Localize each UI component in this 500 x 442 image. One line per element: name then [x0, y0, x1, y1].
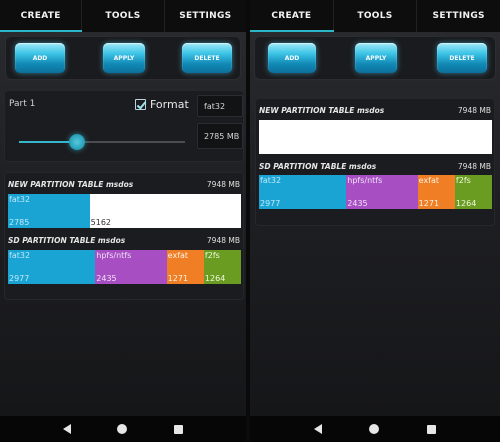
tab-create[interactable]: CREATE	[250, 0, 334, 32]
partition-segment[interactable]: exfat 1271	[417, 175, 455, 209]
segment-size-label: 2435	[96, 274, 117, 283]
partition-segment[interactable]: fat32 2977	[8, 250, 96, 284]
sd-table-size: 7948 MB	[457, 162, 491, 171]
segment-filesystem-label: fat32	[9, 195, 31, 204]
apply-button[interactable]: APPLY	[355, 43, 397, 73]
segment-filesystem-label: fat32	[9, 251, 31, 260]
home-icon[interactable]	[117, 424, 128, 434]
sd-table-bar: fat32 2977 hpfs/ntfs 2435 exfat 1271 f2fs 1264	[8, 250, 241, 284]
tab-bar-right: CREATE TOOLS SETTINGS	[250, 0, 500, 32]
segment-size-label: 5162	[90, 218, 111, 227]
tab-settings[interactable]: SETTINGS	[165, 0, 246, 32]
segment-filesystem-label: exfat	[167, 251, 189, 260]
segment-size-label: 1264	[204, 274, 226, 283]
segment-filesystem-label: f2fs	[455, 176, 471, 185]
tab-tools[interactable]: TOOLS	[334, 0, 418, 32]
segment-size-label: 2977	[260, 199, 281, 208]
sd-table-size: 7948 MB	[206, 236, 240, 245]
size-input[interactable]: 2785 MB	[197, 123, 243, 149]
system-nav-bar-right	[250, 416, 500, 442]
partition-segment[interactable]: exfat 1271	[166, 250, 204, 284]
partition-segment[interactable]	[259, 120, 492, 154]
action-button-bar-right: ADD APPLY DELETE	[254, 36, 496, 80]
recent-apps-icon[interactable]	[173, 424, 183, 434]
new-table-title: NEW PARTITION TABLE msdos	[8, 180, 134, 189]
segment-filesystem-label: hpfs/ntfs	[347, 176, 383, 185]
size-slider[interactable]	[19, 134, 185, 150]
format-checkbox[interactable]	[135, 99, 146, 110]
screen-left: CREATE TOOLS SETTINGS ADD APPLY DELETE P…	[0, 0, 246, 442]
apply-button[interactable]: APPLY	[103, 43, 145, 73]
sd-table-title: SD PARTITION TABLE msdos	[8, 236, 126, 245]
segment-filesystem-label: f2fs	[204, 251, 220, 260]
partition-segment[interactable]: f2fs 1264	[454, 175, 492, 209]
segment-size-label: 1271	[167, 274, 189, 283]
recent-apps-icon[interactable]	[427, 424, 437, 434]
partition-segment[interactable]: fat32 2977	[259, 175, 347, 209]
segment-filesystem-label: exfat	[418, 176, 440, 185]
new-table-title: NEW PARTITION TABLE msdos	[259, 106, 385, 115]
new-table-size: 7948 MB	[206, 180, 240, 189]
home-icon[interactable]	[369, 424, 380, 434]
new-table-bar: fat32 2785 5162	[8, 194, 241, 228]
format-label: Format	[150, 98, 189, 111]
tab-create[interactable]: CREATE	[0, 0, 83, 32]
tab-tools[interactable]: TOOLS	[82, 0, 165, 32]
filesystem-select[interactable]: fat32	[197, 95, 243, 117]
partition-segment[interactable]: fat32 2785	[8, 194, 90, 228]
tables-panel-right: NEW PARTITION TABLE msdos 7948 MB SD PAR…	[255, 98, 495, 226]
segment-size-label: 2785	[9, 218, 30, 227]
active-tab-indicator	[250, 30, 334, 32]
segment-size-label: 1271	[418, 199, 440, 208]
new-table-size: 7948 MB	[457, 106, 491, 115]
segment-size-label: 2977	[9, 274, 30, 283]
back-icon[interactable]	[63, 424, 72, 434]
partition-editor-panel: Part 1 Format fat32 2785 MB	[4, 90, 244, 162]
part-label: Part 1	[9, 99, 36, 109]
active-tab-indicator	[0, 30, 82, 32]
action-button-bar: ADD APPLY DELETE	[5, 36, 241, 80]
partition-segment[interactable]: 5162	[89, 194, 241, 228]
sd-table-bar: fat32 2977 hpfs/ntfs 2435 exfat 1271 f2fs 1264	[259, 175, 492, 209]
segment-size-label: 2435	[347, 199, 368, 208]
slider-thumb[interactable]	[69, 134, 86, 150]
partition-segment[interactable]: hpfs/ntfs 2435	[346, 175, 418, 209]
new-table-bar	[259, 120, 492, 154]
add-button[interactable]: ADD	[268, 43, 316, 73]
segment-filesystem-label: fat32	[260, 176, 282, 185]
partition-segment[interactable]: hpfs/ntfs 2435	[95, 250, 167, 284]
sd-table-title: SD PARTITION TABLE msdos	[259, 162, 377, 171]
back-icon[interactable]	[313, 424, 322, 434]
system-nav-bar	[0, 416, 246, 442]
screens: CREATE TOOLS SETTINGS ADD APPLY DELETE P…	[0, 0, 500, 442]
add-button[interactable]: ADD	[15, 43, 65, 73]
segment-size-label: 1264	[455, 199, 477, 208]
screen-right: CREATE TOOLS SETTINGS ADD APPLY DELETE N…	[250, 0, 500, 442]
delete-button[interactable]: DELETE	[437, 43, 487, 73]
tab-settings[interactable]: SETTINGS	[417, 0, 500, 32]
partition-segment[interactable]: f2fs 1264	[203, 250, 241, 284]
tab-bar: CREATE TOOLS SETTINGS	[0, 0, 246, 32]
segment-filesystem-label: hpfs/ntfs	[96, 251, 132, 260]
delete-button[interactable]: DELETE	[182, 43, 232, 73]
tables-panel: NEW PARTITION TABLE msdos 7948 MB fat32 2…	[4, 172, 244, 300]
